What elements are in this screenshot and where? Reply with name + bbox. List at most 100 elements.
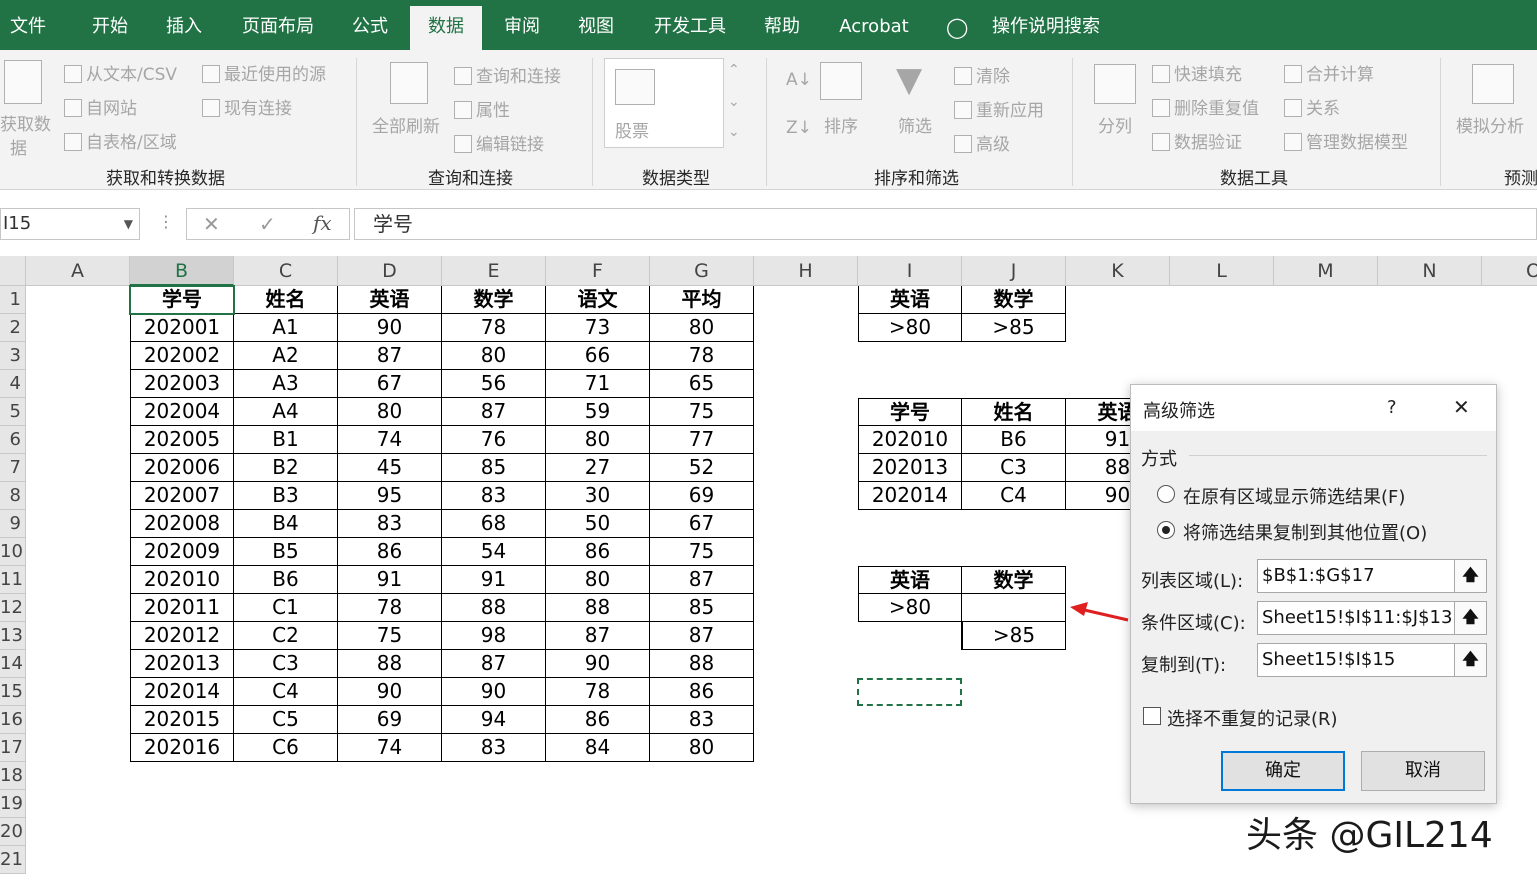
table-cell[interactable]: 75 [650,398,754,426]
gallery-more-icon[interactable]: ⌄ [728,124,740,140]
tab-insert[interactable]: 插入 [156,6,212,50]
table-cell[interactable]: 202013 [130,650,234,678]
table-cell[interactable]: 91 [442,566,546,594]
table-cell[interactable]: 71 [546,370,650,398]
row-header-9[interactable]: 9 [0,510,26,538]
table-cell[interactable]: 95 [338,482,442,510]
row-header-12[interactable]: 12 [0,594,26,622]
table-cell[interactable]: 88 [442,594,546,622]
table-cell[interactable]: B5 [234,538,338,566]
table-cell[interactable]: 202001 [130,314,234,342]
consolidate-button[interactable]: 合并计算 [1284,60,1374,85]
relationships-button[interactable]: 关系 [1284,94,1340,119]
table-cell[interactable]: 202012 [130,622,234,650]
table-cell[interactable]: 202006 [130,454,234,482]
result-header-cell[interactable]: 姓名 [962,398,1066,426]
row-header-8[interactable]: 8 [0,482,26,510]
row-header-15[interactable]: 15 [0,678,26,706]
table-cell[interactable]: 202009 [130,538,234,566]
row-header-10[interactable]: 10 [0,538,26,566]
criteria2-cell[interactable] [962,594,1066,622]
copy-to-input[interactable]: Sheet15!$I$15 🡅 [1257,643,1487,677]
cancel-button[interactable]: 取消 [1361,751,1485,791]
collapse-criteria-range-icon[interactable]: 🡅 [1454,602,1486,634]
sort-az-icon[interactable]: A↓ [786,70,812,90]
table-cell[interactable]: 50 [546,510,650,538]
table-cell[interactable]: 67 [338,370,442,398]
table-cell[interactable]: 78 [338,594,442,622]
table-cell[interactable]: 88 [650,650,754,678]
column-header-J[interactable]: J [962,256,1066,286]
table-cell[interactable]: 86 [650,678,754,706]
manage-data-model-button[interactable]: 管理数据模型 [1284,128,1408,153]
table-cell[interactable]: 83 [338,510,442,538]
radio-copy-to[interactable] [1157,521,1175,539]
criteria2-cell[interactable]: >85 [962,622,1066,650]
queries-connections-button[interactable]: 查询和连接 [454,62,561,87]
table-cell[interactable]: 52 [650,454,754,482]
table-cell[interactable]: B2 [234,454,338,482]
table-cell[interactable]: 80 [338,398,442,426]
table-header-cell[interactable]: 平均 [650,286,754,314]
table-cell[interactable]: 202007 [130,482,234,510]
column-header-I[interactable]: I [858,256,962,286]
from-web-button[interactable]: 自网站 [64,94,137,119]
row-header-4[interactable]: 4 [0,370,26,398]
result-cell[interactable]: 202010 [858,426,962,454]
column-header-O[interactable]: O [1482,256,1537,286]
table-cell[interactable]: 202002 [130,342,234,370]
help-icon[interactable]: ? [1387,397,1397,418]
gallery-down-icon[interactable]: ⌄ [728,94,740,110]
row-header-3[interactable]: 3 [0,342,26,370]
table-cell[interactable]: 202016 [130,734,234,762]
table-cell[interactable]: 202005 [130,426,234,454]
tab-developer[interactable]: 开发工具 [644,6,736,50]
result-cell[interactable]: C3 [962,454,1066,482]
table-cell[interactable]: 202015 [130,706,234,734]
ok-button[interactable]: 确定 [1221,751,1345,791]
table-cell[interactable]: 98 [442,622,546,650]
table-cell[interactable]: 202008 [130,510,234,538]
table-cell[interactable]: C4 [234,678,338,706]
column-header-G[interactable]: G [650,256,754,286]
table-cell[interactable]: 74 [338,426,442,454]
criteria2-cell[interactable]: >80 [858,594,962,622]
table-cell[interactable]: 68 [442,510,546,538]
table-cell[interactable]: B3 [234,482,338,510]
result-cell[interactable]: 202013 [858,454,962,482]
table-cell[interactable]: 59 [546,398,650,426]
tab-home[interactable]: 开始 [82,6,138,50]
table-cell[interactable]: 86 [546,706,650,734]
table-cell[interactable]: 86 [546,538,650,566]
tab-file[interactable]: 文件 [0,6,56,50]
unique-records-checkbox[interactable] [1143,707,1161,725]
radio-copy-to-label[interactable]: 将筛选结果复制到其他位置(O) [1183,519,1427,545]
table-cell[interactable]: 78 [442,314,546,342]
table-cell[interactable]: 87 [442,650,546,678]
existing-connections-button[interactable]: 现有连接 [202,94,292,119]
data-type-gallery[interactable]: 股票 [604,58,724,148]
get-data-button[interactable]: 获取数 [0,110,51,135]
table-cell[interactable]: 56 [442,370,546,398]
criteria2-cell[interactable] [858,622,962,650]
column-header-N[interactable]: N [1378,256,1482,286]
edit-links-button[interactable]: 编辑链接 [454,130,544,155]
table-cell[interactable]: 54 [442,538,546,566]
column-header-C[interactable]: C [234,256,338,286]
criteria-header-cell[interactable]: 数学 [962,286,1066,314]
criteria2-header-cell[interactable]: 英语 [858,566,962,594]
table-cell[interactable]: 80 [546,426,650,454]
row-header-1[interactable]: 1 [0,286,26,314]
table-cell[interactable]: 69 [650,482,754,510]
result-cell[interactable]: B6 [962,426,1066,454]
result-header-cell[interactable]: 学号 [858,398,962,426]
table-cell[interactable]: 90 [546,650,650,678]
flash-fill-button[interactable]: 快速填充 [1152,60,1242,85]
table-cell[interactable]: A1 [234,314,338,342]
table-cell[interactable]: 77 [650,426,754,454]
refresh-all-button[interactable]: 全部刷新 [372,112,440,137]
criteria-range-input[interactable]: Sheet15!$I$11:$J$13 🡅 [1257,601,1487,635]
tab-formulas[interactable]: 公式 [342,6,398,50]
table-header-cell[interactable]: 英语 [338,286,442,314]
table-cell[interactable]: 66 [546,342,650,370]
